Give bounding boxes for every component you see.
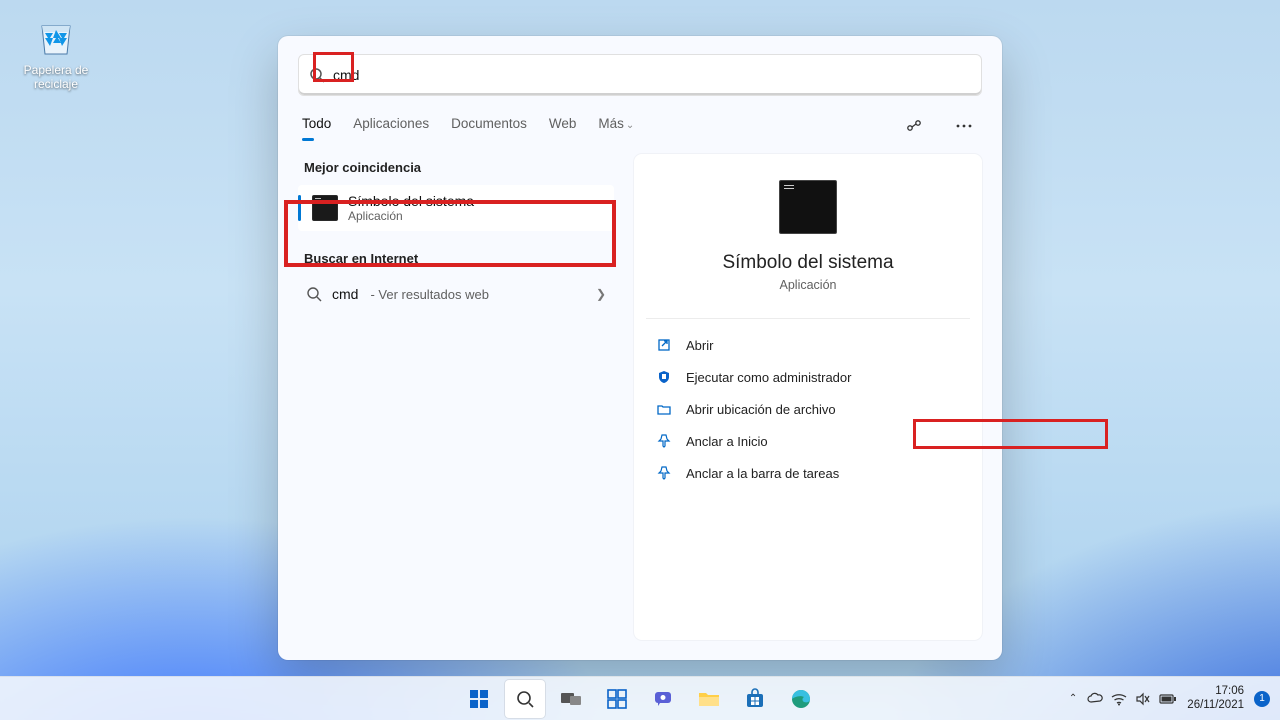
- action-pin-start-label: Anclar a Inicio: [686, 434, 768, 449]
- preview-title: Símbolo del sistema: [722, 252, 893, 274]
- search-input[interactable]: [331, 66, 971, 84]
- notification-badge[interactable]: 1: [1254, 691, 1270, 707]
- task-view-icon: [560, 690, 582, 708]
- recycle-bin-label: Papelera de reciclaje: [16, 64, 96, 92]
- volume-muted-icon[interactable]: [1135, 692, 1151, 706]
- search-box[interactable]: [298, 54, 982, 96]
- store-icon: [744, 688, 766, 710]
- search-across-devices-button[interactable]: [900, 112, 928, 140]
- best-match-title: Símbolo del sistema: [348, 193, 474, 209]
- preview-app-icon: [779, 180, 837, 234]
- tab-all[interactable]: Todo: [302, 116, 331, 137]
- web-search-result[interactable]: cmd - Ver resultados web ❯: [298, 276, 614, 312]
- web-hint: - Ver resultados web: [370, 287, 489, 302]
- edge-button[interactable]: [781, 680, 821, 718]
- action-pin-start[interactable]: Anclar a Inicio: [646, 425, 970, 457]
- shield-icon: [656, 369, 672, 385]
- preview-subtitle: Aplicación: [780, 278, 837, 292]
- cmd-icon: [312, 195, 338, 221]
- best-match-heading: Mejor coincidencia: [298, 154, 614, 185]
- results-column: Mejor coincidencia Símbolo del sistema A…: [298, 154, 620, 640]
- taskbar-clock[interactable]: 17:06 26/11/2021: [1187, 685, 1244, 711]
- web-query: cmd: [332, 286, 358, 302]
- preview-column: Símbolo del sistema Aplicación Abrir Eje…: [634, 154, 982, 640]
- search-tabs: Todo Aplicaciones Documentos Web Más⌄: [298, 112, 982, 140]
- search-options-button[interactable]: [950, 112, 978, 140]
- divider: [646, 318, 970, 319]
- search-flyout: Todo Aplicaciones Documentos Web Más⌄ Me…: [278, 36, 1002, 660]
- tab-more[interactable]: Más⌄: [598, 116, 634, 137]
- search-icon: [515, 689, 535, 709]
- action-open-location[interactable]: Abrir ubicación de archivo: [646, 393, 970, 425]
- battery-icon[interactable]: [1159, 693, 1177, 705]
- tab-apps[interactable]: Aplicaciones: [353, 116, 429, 137]
- windows-logo-icon: [468, 688, 490, 710]
- action-pin-taskbar[interactable]: Anclar a la barra de tareas: [646, 457, 970, 489]
- tab-web[interactable]: Web: [549, 116, 577, 137]
- chat-icon: [652, 688, 674, 710]
- clock-time: 17:06: [1187, 685, 1244, 698]
- best-match-result[interactable]: Símbolo del sistema Aplicación: [298, 185, 614, 231]
- search-icon: [309, 67, 325, 83]
- recycle-bin-desktop-icon[interactable]: Papelera de reciclaje: [16, 12, 96, 92]
- tray-overflow-button[interactable]: ⌃: [1069, 693, 1077, 704]
- wifi-icon[interactable]: [1111, 692, 1127, 706]
- start-button[interactable]: [459, 680, 499, 718]
- recycle-bin-icon: [32, 12, 80, 60]
- task-view-button[interactable]: [551, 680, 591, 718]
- file-explorer-button[interactable]: [689, 680, 729, 718]
- search-icon: [306, 286, 322, 302]
- action-open[interactable]: Abrir: [646, 329, 970, 361]
- taskbar: ⌃ 17:06 26/11/2021 1: [0, 676, 1280, 720]
- chevron-right-icon: ❯: [596, 287, 606, 301]
- search-web-heading: Buscar en Internet: [298, 245, 614, 276]
- more-icon: [956, 124, 972, 128]
- action-pin-taskbar-label: Anclar a la barra de tareas: [686, 466, 839, 481]
- widgets-button[interactable]: [597, 680, 637, 718]
- system-tray: ⌃ 17:06 26/11/2021 1: [1069, 685, 1280, 711]
- action-run-admin[interactable]: Ejecutar como administrador: [646, 361, 970, 393]
- widgets-icon: [606, 688, 628, 710]
- chat-button[interactable]: [643, 680, 683, 718]
- onedrive-icon[interactable]: [1087, 692, 1103, 706]
- devices-icon: [905, 117, 923, 135]
- pin-icon: [656, 433, 672, 449]
- action-open-location-label: Abrir ubicación de archivo: [686, 402, 836, 417]
- folder-icon: [697, 689, 721, 709]
- search-taskbar-button[interactable]: [505, 680, 545, 718]
- best-match-subtitle: Aplicación: [348, 209, 474, 223]
- chevron-down-icon: ⌄: [626, 120, 634, 131]
- pin-icon: [656, 465, 672, 481]
- folder-icon: [656, 401, 672, 417]
- preview-actions: Abrir Ejecutar como administrador Abrir …: [646, 329, 970, 489]
- microsoft-store-button[interactable]: [735, 680, 775, 718]
- clock-date: 26/11/2021: [1187, 699, 1244, 712]
- taskbar-center: [459, 680, 821, 718]
- edge-icon: [790, 688, 812, 710]
- action-open-label: Abrir: [686, 338, 713, 353]
- tab-documents[interactable]: Documentos: [451, 116, 527, 137]
- open-icon: [656, 337, 672, 353]
- action-run-admin-label: Ejecutar como administrador: [686, 370, 851, 385]
